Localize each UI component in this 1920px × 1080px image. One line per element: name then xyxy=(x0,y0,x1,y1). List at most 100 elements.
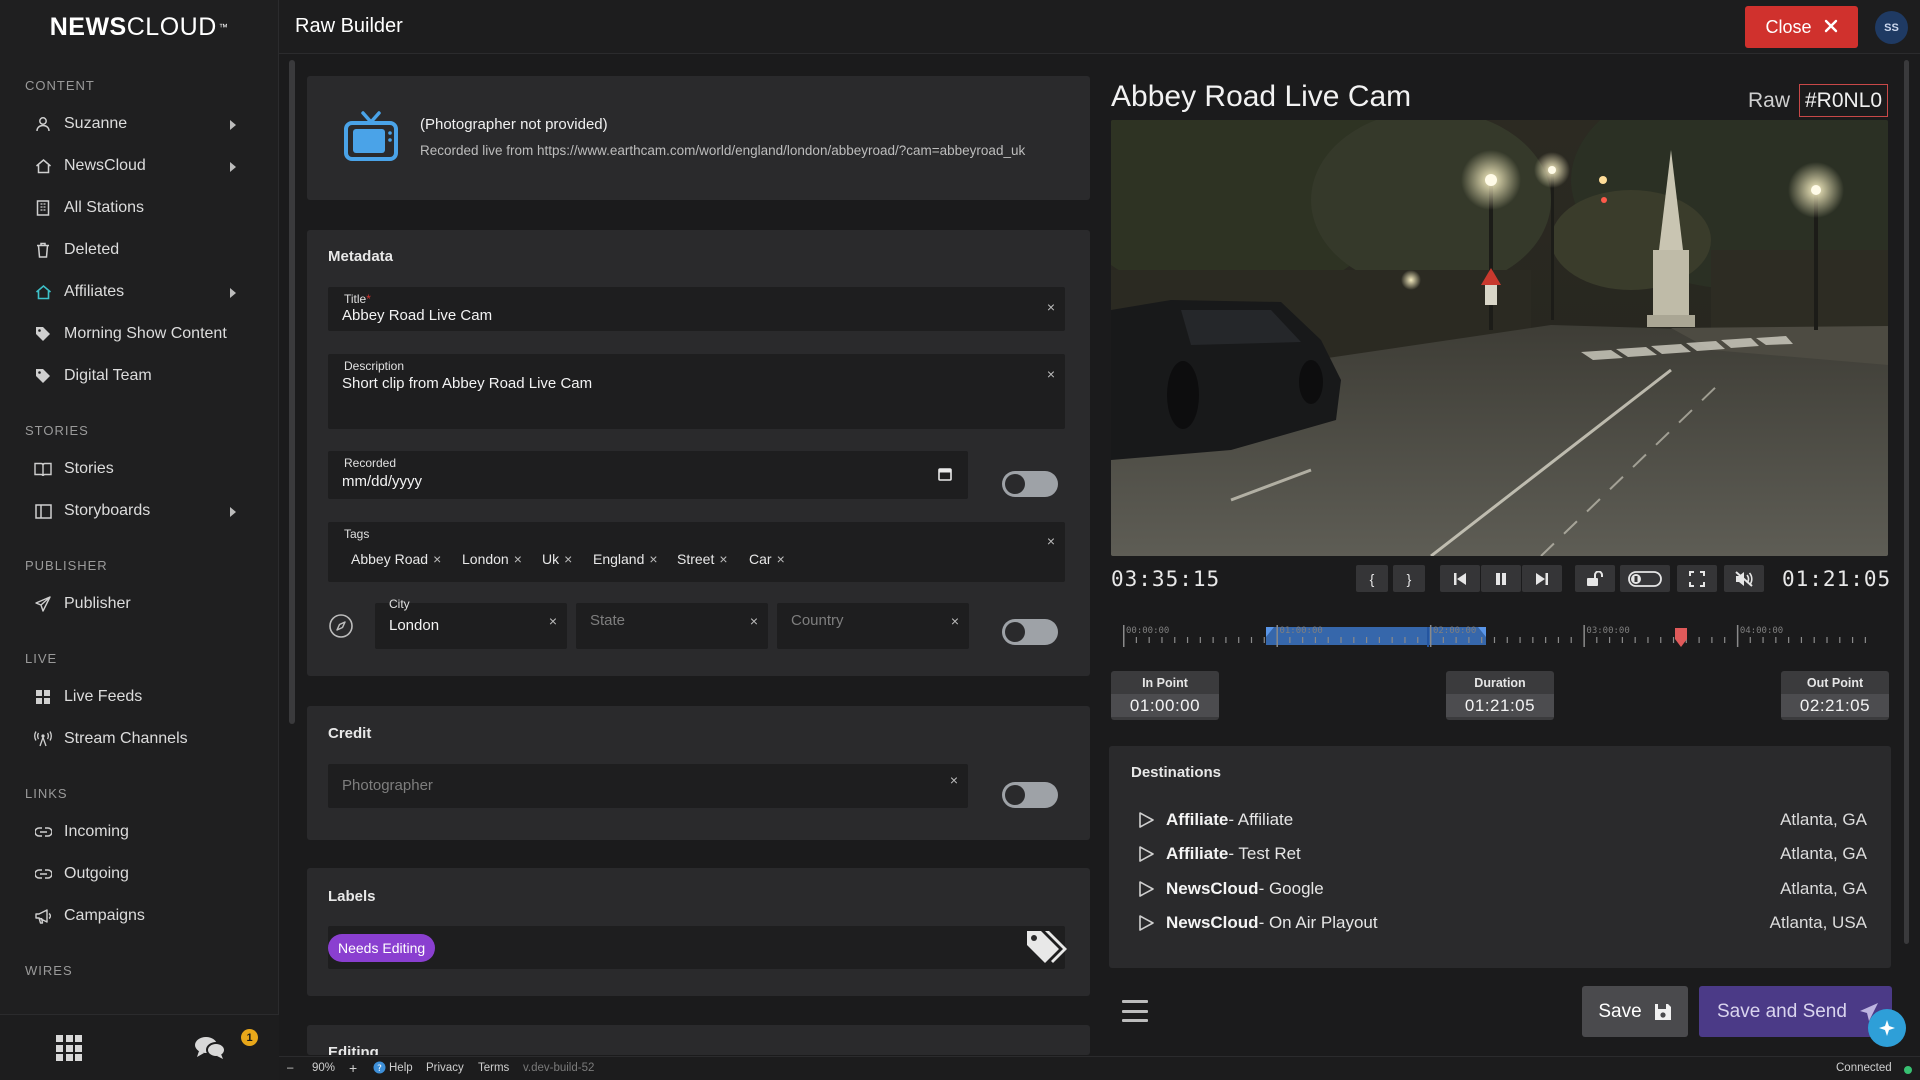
remove-tag-icon[interactable]: × xyxy=(719,551,727,567)
sidebar-item-stream-channels[interactable]: Stream Channels xyxy=(0,718,278,760)
assistant-sparkle-button[interactable] xyxy=(1868,1009,1906,1047)
sidebar-item-campaigns[interactable]: Campaigns xyxy=(0,895,278,937)
clear-photographer-icon[interactable]: × xyxy=(950,772,958,788)
mark-in-icon: { xyxy=(1369,570,1375,587)
tag-chip[interactable]: Car × xyxy=(749,551,785,567)
hamburger-menu-icon[interactable] xyxy=(1122,1000,1148,1022)
clear-city-icon[interactable]: × xyxy=(549,613,557,629)
playhead-marker[interactable] xyxy=(1675,628,1687,647)
sidebar-item-incoming[interactable]: Incoming xyxy=(0,811,278,853)
sidebar-item-storyboards[interactable]: Storyboards xyxy=(0,490,278,532)
clear-tags-icon[interactable]: × xyxy=(1047,533,1055,549)
avatar[interactable]: SS xyxy=(1875,11,1908,44)
help-link[interactable]: Help xyxy=(389,1062,413,1074)
state-field[interactable]: State × xyxy=(576,603,768,649)
loop-toggle-button[interactable] xyxy=(1620,565,1670,592)
sidebar-item-morning-show[interactable]: Morning Show Content xyxy=(0,313,278,355)
zoom-out-button[interactable]: – xyxy=(287,1062,293,1074)
out-point-value[interactable]: 02:21:05 xyxy=(1781,694,1889,717)
in-point-box[interactable]: In Point 01:00:00 xyxy=(1111,671,1219,720)
zoom-in-button[interactable]: + xyxy=(349,1060,357,1076)
photographer-input[interactable]: Photographer xyxy=(342,777,433,794)
remove-tag-icon[interactable]: × xyxy=(777,551,785,567)
state-input[interactable]: State xyxy=(590,612,625,629)
title-input[interactable]: Abbey Road Live Cam xyxy=(342,307,492,324)
destination-row[interactable]: Affiliate- Affiliate Atlanta, GA xyxy=(1137,808,1867,832)
save-and-send-button[interactable]: Save and Send xyxy=(1699,986,1892,1037)
destination-row[interactable]: Affiliate- Test Ret Atlanta, GA xyxy=(1137,842,1867,866)
sidebar-item-newscloud[interactable]: NewsCloud xyxy=(0,145,278,187)
recorded-toggle[interactable] xyxy=(1002,471,1058,497)
play-outline-icon[interactable] xyxy=(1137,845,1155,863)
sidebar-item-deleted[interactable]: Deleted xyxy=(0,229,278,271)
title-field[interactable]: Title* Abbey Road Live Cam × xyxy=(328,287,1065,331)
clear-state-icon[interactable]: × xyxy=(750,613,758,629)
play-outline-icon[interactable] xyxy=(1137,880,1155,898)
city-input[interactable]: London xyxy=(389,617,439,634)
privacy-link[interactable]: Privacy xyxy=(426,1062,464,1074)
destination-row[interactable]: NewsCloud- Google Atlanta, GA xyxy=(1137,877,1867,901)
compass-icon[interactable] xyxy=(328,613,354,644)
tag-chip[interactable]: London × xyxy=(462,551,522,567)
play-outline-icon[interactable] xyxy=(1137,914,1155,932)
help-icon[interactable]: ? xyxy=(373,1061,386,1077)
step-forward-button[interactable] xyxy=(1522,565,1562,592)
tag-chip[interactable]: Street × xyxy=(677,551,728,567)
sidebar-item-digital-team[interactable]: Digital Team xyxy=(0,355,278,397)
mark-out-button[interactable]: } xyxy=(1393,565,1425,592)
sidebar-item-outgoing[interactable]: Outgoing xyxy=(0,853,278,895)
raw-id-badge[interactable]: #R0NL0 xyxy=(1799,84,1889,117)
step-back-button[interactable] xyxy=(1440,565,1480,592)
description-textarea[interactable]: Short clip from Abbey Road Live Cam xyxy=(342,375,592,392)
out-point-box[interactable]: Out Point 02:21:05 xyxy=(1781,671,1889,720)
tags-icon[interactable] xyxy=(1025,927,1069,972)
save-button[interactable]: Save xyxy=(1582,986,1688,1037)
sidebar-item-all-stations[interactable]: All Stations xyxy=(0,187,278,229)
right-scrollbar[interactable] xyxy=(1904,60,1909,944)
tag-chip[interactable]: Abbey Road × xyxy=(351,551,441,567)
photographer-field[interactable]: Photographer × xyxy=(328,764,968,808)
sidebar-item-affiliates[interactable]: Affiliates xyxy=(0,271,278,313)
newscloud-logo[interactable]: NEWS CLOUD ™ xyxy=(0,0,278,54)
remove-tag-icon[interactable]: × xyxy=(649,551,657,567)
tag-chip[interactable]: England × xyxy=(593,551,658,567)
sidebar-item-stories[interactable]: Stories xyxy=(0,448,278,490)
sidebar-item-publisher[interactable]: Publisher xyxy=(0,583,278,625)
close-button[interactable]: Close xyxy=(1745,6,1858,48)
city-field[interactable]: City London × xyxy=(375,597,567,649)
left-scrollbar[interactable] xyxy=(289,60,295,724)
pause-button[interactable] xyxy=(1481,565,1521,592)
clear-title-icon[interactable]: × xyxy=(1047,299,1055,315)
terms-link[interactable]: Terms xyxy=(478,1062,509,1074)
tag-chip[interactable]: Uk × xyxy=(542,551,572,567)
label-pill-needs-editing[interactable]: Needs Editing xyxy=(328,934,436,962)
recorded-date-field[interactable]: Recorded mm/dd/yyyy xyxy=(328,451,968,499)
remove-tag-icon[interactable]: × xyxy=(564,551,572,567)
labels-field[interactable] xyxy=(328,926,1065,969)
description-field[interactable]: Description Short clip from Abbey Road L… xyxy=(328,354,1065,429)
clear-description-icon[interactable]: × xyxy=(1047,366,1055,382)
fullscreen-button[interactable] xyxy=(1677,565,1717,592)
location-toggle[interactable] xyxy=(1002,619,1058,645)
country-field[interactable]: Country × xyxy=(777,603,969,649)
country-input[interactable]: Country xyxy=(791,612,844,629)
calendar-icon[interactable] xyxy=(938,467,952,486)
apps-grid-icon[interactable] xyxy=(56,1035,82,1061)
video-player[interactable] xyxy=(1111,120,1888,556)
in-point-value[interactable]: 01:00:00 xyxy=(1111,694,1219,717)
mute-button[interactable] xyxy=(1724,565,1764,592)
lock-button[interactable] xyxy=(1575,565,1615,592)
play-outline-icon[interactable] xyxy=(1137,811,1155,829)
credit-toggle[interactable] xyxy=(1002,782,1058,808)
tags-field[interactable]: Tags Abbey Road × London × Uk × England × St… xyxy=(328,522,1065,582)
mark-in-button[interactable]: { xyxy=(1356,565,1388,592)
sidebar-item-live-feeds[interactable]: Live Feeds xyxy=(0,676,278,718)
remove-tag-icon[interactable]: × xyxy=(514,551,522,567)
recorded-date-input[interactable]: mm/dd/yyyy xyxy=(342,473,422,490)
chat-bubbles-icon[interactable] xyxy=(194,1035,226,1066)
sidebar-item-suzanne[interactable]: Suzanne xyxy=(0,103,278,145)
timeline-scrubber[interactable]: 00:00:00 01:00:00 02:00:00 03:00:00 04:00:00 xyxy=(1121,623,1879,651)
remove-tag-icon[interactable]: × xyxy=(433,551,441,567)
destination-row[interactable]: NewsCloud- On Air Playout Atlanta, USA xyxy=(1137,911,1867,935)
clear-country-icon[interactable]: × xyxy=(951,613,959,629)
